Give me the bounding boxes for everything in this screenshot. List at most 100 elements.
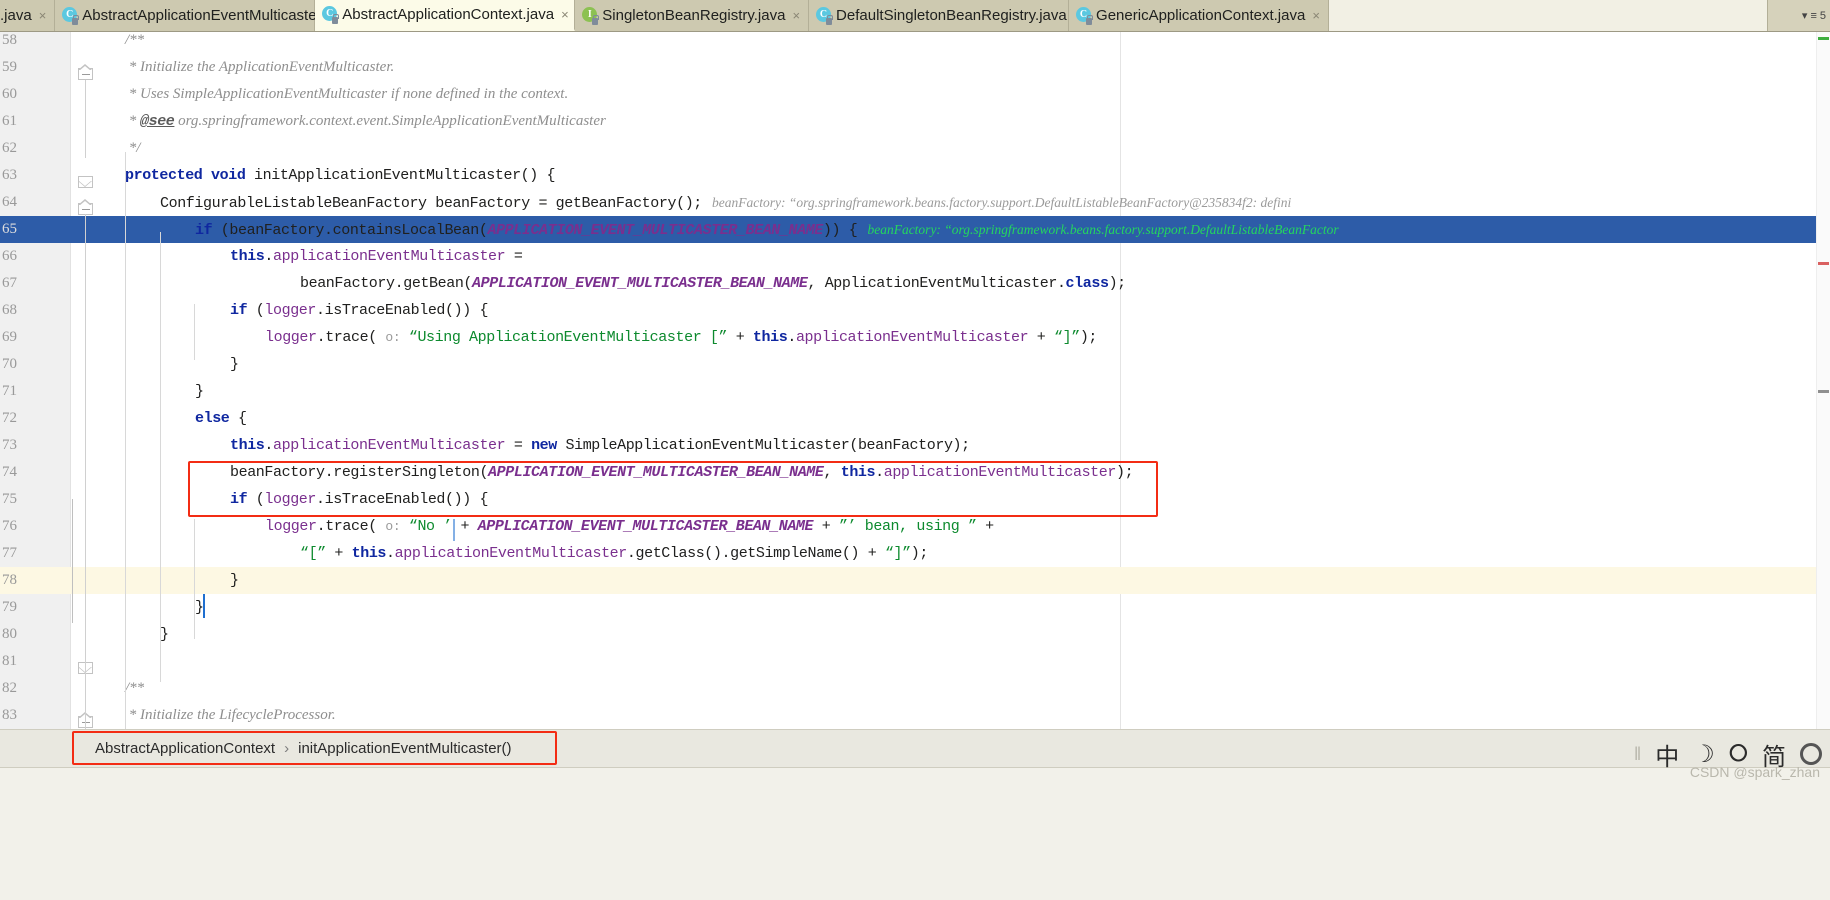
code-line[interactable]: 76 logger.trace( o: “No ’ + APPLICATION_E… xyxy=(0,513,1830,540)
editor-tab-4[interactable]: CDefaultSingletonBeanRegistry.java× xyxy=(809,0,1081,31)
editor-tab-1[interactable]: C AbstractApplicationEventMulticaster.jav… xyxy=(55,0,367,31)
line-number[interactable]: 66 xyxy=(0,243,56,270)
code-line[interactable]: 69 logger.trace( o: “Using ApplicationEve… xyxy=(0,324,1830,351)
fold-collapse-icon[interactable] xyxy=(78,658,95,674)
line-number[interactable]: 60 xyxy=(0,81,56,108)
code-line[interactable]: 73 this.applicationEventMulticaster = new… xyxy=(0,432,1830,459)
line-number[interactable]: 69 xyxy=(0,324,56,351)
tab-overflow-control[interactable]: ▾ ≡ 5 xyxy=(1768,0,1830,31)
code-line[interactable]: 81 xyxy=(0,648,1830,675)
breadcrumb-item-class[interactable]: AbstractApplicationContext xyxy=(95,740,275,757)
code-line[interactable]: 60 * Uses SimpleApplicationEventMulticas… xyxy=(0,81,1830,108)
ime-language-icon[interactable]: 中 xyxy=(1655,737,1679,772)
line-number[interactable]: 67 xyxy=(0,270,56,297)
line-number[interactable]: 63 xyxy=(0,162,56,189)
code-text[interactable]: logger.trace( o: “Using ApplicationEvent… xyxy=(265,324,1097,351)
editor-tab-0[interactable]: .java × xyxy=(0,0,56,31)
code-line[interactable]: 63 protected void initApplicationEventMul… xyxy=(0,162,1830,189)
line-number[interactable]: 82 xyxy=(0,675,56,702)
code-text[interactable]: /** xyxy=(125,675,144,702)
code-text[interactable]: * @see org.springframework.context.event… xyxy=(125,108,606,135)
code-lines[interactable]: 58 /** 59 * Initialize the ApplicationEven… xyxy=(0,32,1830,729)
code-line[interactable]: 77 “[” + this.applicationEventMulticaster… xyxy=(0,540,1830,567)
code-text[interactable]: ConfigurableListableBeanFactory beanFact… xyxy=(160,189,1291,217)
code-text[interactable]: logger.trace( o: “No ’ + APPLICATION_EVE… xyxy=(265,513,994,540)
gear-icon[interactable] xyxy=(1800,743,1822,765)
code-line[interactable]: 59 * Initialize the ApplicationEventMult… xyxy=(0,54,1830,81)
line-number[interactable]: 71 xyxy=(0,378,56,405)
tab-close-icon[interactable]: × xyxy=(39,9,47,22)
line-number[interactable]: 81 xyxy=(0,648,56,675)
code-line[interactable]: 64 ConfigurableListableBeanFactory beanFa… xyxy=(0,189,1830,216)
line-number[interactable]: 80 xyxy=(0,621,56,648)
code-text[interactable]: “[” + this.applicationEventMulticaster.g… xyxy=(300,540,928,567)
editor-marker-strip[interactable] xyxy=(1816,32,1830,729)
code-text[interactable]: if (logger.isTraceEnabled()) { xyxy=(230,297,488,324)
code-line[interactable]: 72 else { xyxy=(0,405,1830,432)
error-marker[interactable] xyxy=(1818,262,1829,265)
line-number[interactable]: 62 xyxy=(0,135,56,162)
code-line[interactable]: 68 if (logger.isTraceEnabled()) { xyxy=(0,297,1830,324)
line-number[interactable]: 70 xyxy=(0,351,56,378)
code-text[interactable]: /** xyxy=(125,32,144,54)
code-text[interactable]: * Initialize the LifecycleProcessor. xyxy=(125,702,336,729)
editor-tab-5[interactable]: C GenericApplicationContext.java × xyxy=(1069,0,1329,31)
tab-close-icon[interactable]: × xyxy=(792,9,800,22)
code-text[interactable]: } xyxy=(230,351,239,378)
code-text[interactable]: else { xyxy=(195,405,247,432)
chevron-down-icon[interactable]: ▾ xyxy=(1802,9,1808,22)
code-line[interactable]: 75 if (logger.isTraceEnabled()) { xyxy=(0,486,1830,513)
line-number[interactable]: 58 xyxy=(0,32,56,54)
code-line[interactable]: 80} xyxy=(0,621,1830,648)
code-line[interactable]: 82 /** xyxy=(0,675,1830,702)
code-line[interactable]: 66 this.applicationEventMulticaster = xyxy=(0,243,1830,270)
line-number[interactable]: 72 xyxy=(0,405,56,432)
line-number[interactable]: 79 xyxy=(0,594,56,621)
code-editor[interactable]: 58 /** 59 * Initialize the ApplicationEven… xyxy=(0,32,1830,729)
code-text[interactable]: */ xyxy=(125,135,141,162)
code-line[interactable]: 74 beanFactory.registerSingleton(APPLICAT… xyxy=(0,459,1830,486)
fold-collapse-icon[interactable] xyxy=(78,172,95,188)
line-number[interactable]: 64 xyxy=(0,189,56,216)
code-line[interactable]: 71} xyxy=(0,378,1830,405)
code-text[interactable]: beanFactory.registerSingleton(APPLICATIO… xyxy=(230,459,1134,486)
code-line[interactable]: 58 /** xyxy=(0,32,1830,54)
code-line[interactable]: 79} xyxy=(0,594,1830,621)
line-number[interactable]: 77 xyxy=(0,540,56,567)
code-text[interactable]: protected void initApplicationEventMulti… xyxy=(125,162,555,189)
line-number[interactable]: 61 xyxy=(0,108,56,135)
line-number[interactable]: 65 xyxy=(0,216,56,243)
fold-expand-icon[interactable] xyxy=(78,712,95,728)
code-line[interactable]: 65 if (beanFactory.containsLocalBean(APPL… xyxy=(0,216,1830,243)
breadcrumb-item-method[interactable]: initApplicationEventMulticaster() xyxy=(298,740,511,757)
editor-tab-3[interactable]: I SingletonBeanRegistry.java × xyxy=(575,0,810,31)
code-text[interactable]: if (beanFactory.containsLocalBean(APPLIC… xyxy=(195,216,1339,244)
line-number[interactable]: 59 xyxy=(0,54,56,81)
code-line[interactable]: 70} xyxy=(0,351,1830,378)
tab-list-icon[interactable]: ≡ xyxy=(1810,10,1816,22)
line-number[interactable]: 68 xyxy=(0,297,56,324)
line-number[interactable]: 78 xyxy=(0,567,56,594)
code-text[interactable]: * Uses SimpleApplicationEventMulticaster… xyxy=(125,81,568,108)
line-number[interactable]: 75 xyxy=(0,486,56,513)
code-text[interactable]: } xyxy=(230,567,239,594)
code-line[interactable]: 61 * @see org.springframework.context.ev… xyxy=(0,108,1830,135)
tab-close-icon[interactable]: × xyxy=(1312,9,1320,22)
line-number[interactable]: 73 xyxy=(0,432,56,459)
editor-tab-2[interactable]: C AbstractApplicationContext.java × xyxy=(315,0,576,31)
code-line[interactable]: 67 beanFactory.getBean(APPLICATION_EVENT_… xyxy=(0,270,1830,297)
code-line[interactable]: 83 * Initialize the LifecycleProcessor. xyxy=(0,702,1830,729)
line-number[interactable]: 83 xyxy=(0,702,56,729)
fold-expand-icon[interactable] xyxy=(78,199,95,215)
code-text[interactable]: beanFactory.getBean(APPLICATION_EVENT_MU… xyxy=(300,270,1126,297)
breadcrumb-bar[interactable]: AbstractApplicationContext › initApplica… xyxy=(0,729,1830,767)
code-text[interactable]: if (logger.isTraceEnabled()) { xyxy=(230,486,488,513)
inspection-ok-marker[interactable] xyxy=(1818,37,1829,40)
tab-close-icon[interactable]: × xyxy=(561,8,569,21)
code-line[interactable]: 62 */ xyxy=(0,135,1830,162)
code-text[interactable]: this.applicationEventMulticaster = new S… xyxy=(230,432,970,459)
code-text[interactable]: } xyxy=(195,378,204,405)
code-line[interactable]: 78} xyxy=(0,567,1830,594)
fold-expand-icon[interactable] xyxy=(78,64,95,80)
code-text[interactable]: this.applicationEventMulticaster = xyxy=(230,243,523,270)
